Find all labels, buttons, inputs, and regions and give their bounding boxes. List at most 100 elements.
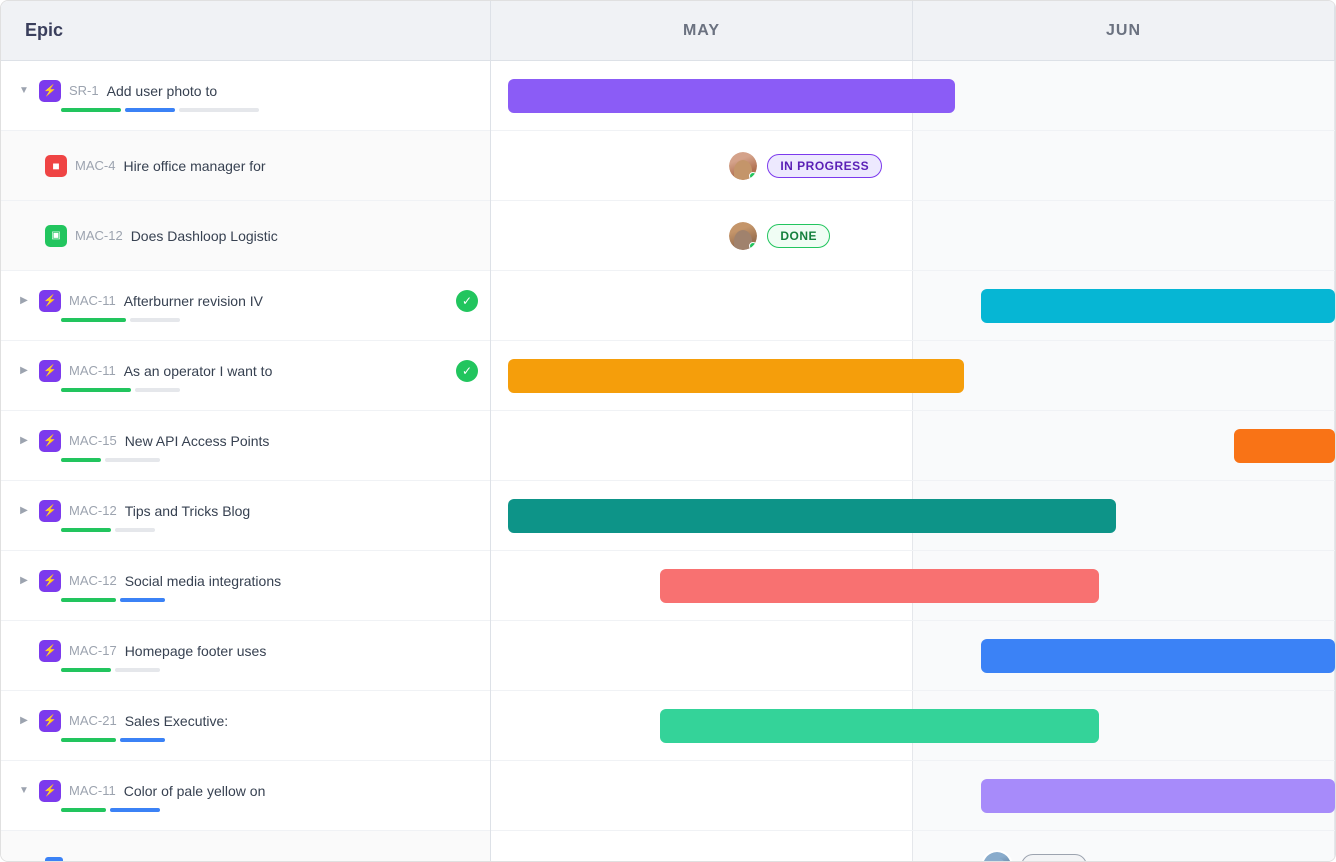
chart-row-sr1 — [491, 61, 1335, 131]
progress-bar-green — [61, 108, 121, 112]
epic-title-mac11a: Afterburner revision IV — [124, 293, 263, 309]
badge-mac12a: ▣ — [45, 225, 67, 247]
epic-title-mac21: Sales Executive: — [125, 713, 229, 729]
epic-id-mac15: MAC-15 — [69, 433, 117, 448]
expand-icon-mac12b[interactable]: ▶ — [17, 504, 31, 518]
progress-mac17 — [17, 668, 478, 672]
pb-green — [61, 318, 126, 322]
bar-mac11c — [981, 779, 1335, 813]
avatar-mac12a — [727, 220, 759, 252]
badge-mac21: ⚡ — [39, 710, 61, 732]
chart-row-mac11a — [491, 271, 1335, 341]
chart-row-mac12a: DONE — [491, 201, 1335, 271]
epic-row-mac8: ✓ MAC-8 Dashloop Logistic — [1, 831, 490, 861]
epic-title-mac4: Hire office manager for — [123, 158, 265, 174]
epic-id-mac21: MAC-21 — [69, 713, 117, 728]
epic-title-mac11c: Color of pale yellow on — [124, 783, 266, 799]
epic-row-mac12c: ▶ ⚡ MAC-12 Social media integrations — [1, 551, 490, 621]
checkbox-mac8[interactable]: ✓ — [45, 857, 63, 862]
header-months: MAY JUN — [491, 1, 1335, 60]
epic-id-mac17: MAC-17 — [69, 643, 117, 658]
status-badge-mac4: IN PROGRESS — [767, 154, 882, 178]
chart-row-mac4: IN PROGRESS — [491, 131, 1335, 201]
chart-area: IN PROGRESS DONE — [491, 61, 1335, 861]
check-icon-mac11a: ✓ — [456, 290, 478, 312]
expand-icon-mac15[interactable]: ▶ — [17, 434, 31, 448]
header-month-may: MAY — [491, 1, 913, 60]
epic-title-mac11b: As an operator I want to — [124, 363, 273, 379]
status-group-mac4: IN PROGRESS — [727, 150, 882, 182]
pb-blue — [110, 808, 160, 812]
badge-mac11c: ⚡ — [39, 780, 61, 802]
epic-row-mac15: ▶ ⚡ MAC-15 New API Access Points — [1, 411, 490, 481]
pb-green — [61, 598, 116, 602]
avatar-mac8 — [981, 850, 1013, 862]
epic-title-mac12c: Social media integrations — [125, 573, 281, 589]
expand-icon-mac11a[interactable]: ▶ — [17, 294, 31, 308]
epic-id-mac11c: MAC-11 — [69, 783, 116, 798]
progress-mac11b — [17, 388, 478, 392]
expand-icon-mac12c[interactable]: ▶ — [17, 574, 31, 588]
epic-id-sr1: SR-1 — [69, 83, 99, 98]
epic-row-sr1: ▼ ⚡ SR-1 Add user photo to — [1, 61, 490, 131]
epic-id-mac4: MAC-4 — [75, 158, 115, 173]
expand-icon-mac11c[interactable]: ▼ — [17, 784, 31, 798]
epic-row-mac11a: ▶ ⚡ MAC-11 Afterburner revision IV ✓ — [1, 271, 490, 341]
bar-mac12b — [508, 499, 1116, 533]
pb-green — [61, 458, 101, 462]
epic-title-mac12a: Does Dashloop Logistic — [131, 228, 278, 244]
bar-sr1 — [508, 79, 955, 113]
progress-bar-empty — [179, 108, 259, 112]
progress-bar-blue — [125, 108, 175, 112]
epic-row-mac11c: ▼ ⚡ MAC-11 Color of pale yellow on — [1, 761, 490, 831]
pb-empty — [115, 668, 160, 672]
epic-row-mac12b: ▶ ⚡ MAC-12 Tips and Tricks Blog — [1, 481, 490, 551]
epic-row-mac17: ▶ ⚡ MAC-17 Homepage footer uses — [1, 621, 490, 691]
badge-sr1: ⚡ — [39, 80, 61, 102]
chart-row-mac17 — [491, 621, 1335, 691]
gantt-chart: Epic MAY JUN ▼ ⚡ SR-1 Add user photo to — [0, 0, 1336, 862]
pb-empty — [115, 528, 155, 532]
epic-row-mac11b: ▶ ⚡ MAC-11 As an operator I want to ✓ — [1, 341, 490, 411]
pb-empty — [135, 388, 180, 392]
epic-id-mac12c: MAC-12 — [69, 573, 117, 588]
badge-mac17: ⚡ — [39, 640, 61, 662]
expand-icon-sr1[interactable]: ▼ — [17, 84, 31, 98]
epic-title-mac17: Homepage footer uses — [125, 643, 267, 659]
chart-rows: IN PROGRESS DONE — [491, 61, 1335, 861]
status-group-mac12a: DONE — [727, 220, 830, 252]
gantt-header: Epic MAY JUN — [1, 1, 1335, 61]
badge-mac12b: ⚡ — [39, 500, 61, 522]
badge-mac12c: ⚡ — [39, 570, 61, 592]
expand-icon-mac21[interactable]: ▶ — [17, 714, 31, 728]
chart-row-mac8: TO DO — [491, 831, 1335, 861]
check-icon-mac11b: ✓ — [456, 360, 478, 382]
epic-row-mac21: ▶ ⚡ MAC-21 Sales Executive: — [1, 691, 490, 761]
pb-empty — [105, 458, 160, 462]
pb-blue — [120, 738, 165, 742]
epic-row-mac4: ■ MAC-4 Hire office manager for — [1, 131, 490, 201]
avatar-dot-mac4 — [749, 172, 757, 180]
progress-mac12b — [17, 528, 478, 532]
status-badge-mac12a: DONE — [767, 224, 830, 248]
gantt-body: ▼ ⚡ SR-1 Add user photo to ■ MAC-4 Hire … — [1, 61, 1335, 861]
avatar-mac4 — [727, 150, 759, 182]
badge-mac15: ⚡ — [39, 430, 61, 452]
epic-id-mac11b: MAC-11 — [69, 363, 116, 378]
pb-green — [61, 808, 106, 812]
status-group-mac8: TO DO — [981, 850, 1087, 862]
chart-row-mac12c — [491, 551, 1335, 621]
pb-green — [61, 738, 116, 742]
progress-mac15 — [17, 458, 478, 462]
header-month-jun: JUN — [913, 1, 1335, 60]
bar-mac21 — [660, 709, 1099, 743]
badge-mac11b: ⚡ — [39, 360, 61, 382]
epic-id-mac11a: MAC-11 — [69, 293, 116, 308]
pb-green — [61, 668, 111, 672]
badge-mac4: ■ — [45, 155, 67, 177]
expand-icon-mac11b[interactable]: ▶ — [17, 364, 31, 378]
pb-blue — [120, 598, 165, 602]
bar-mac11a — [981, 289, 1335, 323]
epic-title-mac15: New API Access Points — [125, 433, 270, 449]
bar-mac17 — [981, 639, 1335, 673]
